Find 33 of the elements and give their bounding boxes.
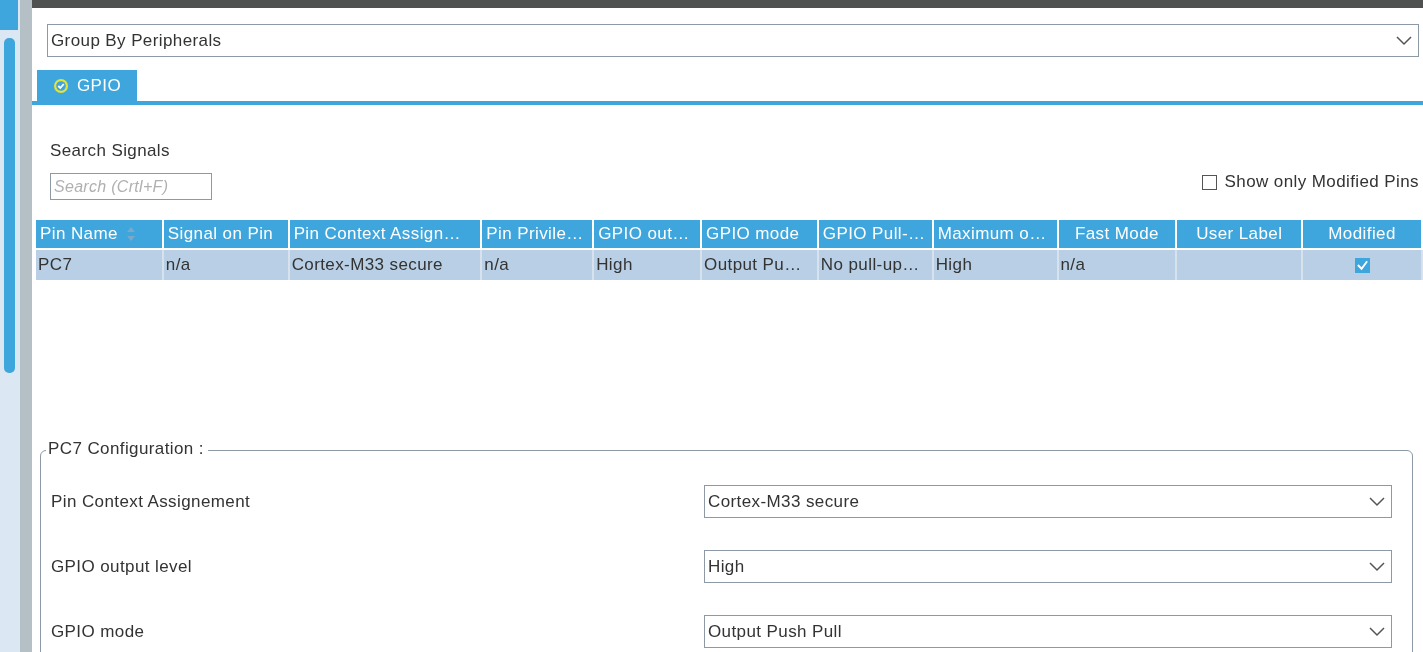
column-header[interactable]: Pin Name [36,220,164,248]
table-cell: PC7 [36,250,164,280]
table-cell: n/a [482,250,595,280]
column-header[interactable]: GPIO Pull-… [818,220,934,248]
column-header[interactable]: User Label [1177,220,1304,248]
value-dropdown[interactable]: High [704,550,1392,583]
column-header[interactable]: GPIO out… [594,220,703,248]
table-cell: High [594,250,703,280]
field-label: GPIO mode [51,621,145,642]
table-cell: No pull-up… [818,250,934,280]
group-by-dropdown[interactable]: Group By Peripherals [47,24,1419,57]
table-cell: High [933,250,1059,280]
field-label: Pin Context Assignement [51,491,251,512]
field-label: GPIO output level [51,556,192,577]
table-cell: Cortex-M33 secure [289,250,483,280]
table-cell: n/a [163,250,290,280]
value-dropdown[interactable]: Output Push Pull [704,615,1392,648]
show-modified-checkbox[interactable]: Show only Modified Pins [1201,172,1419,192]
column-header[interactable]: Fast Mode [1058,220,1178,248]
table-cell: Output Pu… [702,250,819,280]
column-header[interactable]: GPIO mode [702,220,819,248]
group-title: PC7 Configuration : [46,439,208,459]
column-header[interactable]: Pin Context Assign… [289,220,483,248]
table-cell: n/a [1058,250,1178,280]
column-header[interactable]: Pin Privile… [482,220,595,248]
column-header[interactable]: Maximum o… [933,220,1059,248]
search-field[interactable]: Search (Crtl+F) [50,173,212,200]
gpio-tab[interactable]: GPIO [37,70,138,101]
column-header[interactable]: Signal on Pin [163,220,290,248]
search-label: Search Signals [50,141,171,161]
table-row[interactable]: PC7 n/a Cortex-M33 secure n/a High Output Pu… No pull-up… High n/a [36,248,1423,280]
value-dropdown[interactable]: Cortex-M33 secure [704,485,1392,518]
column-header[interactable]: Modified [1303,220,1423,248]
